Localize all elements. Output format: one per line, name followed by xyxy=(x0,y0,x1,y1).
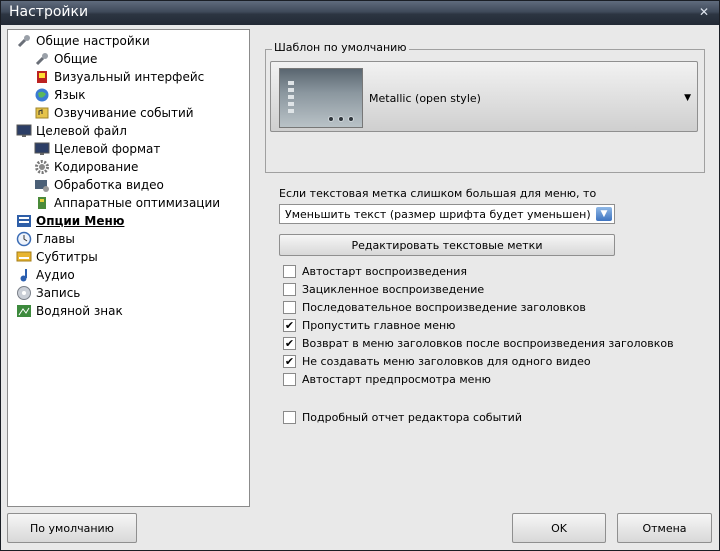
tree-item[interactable]: Целевой формат xyxy=(34,140,160,158)
event-log-label: Подробный отчет редактора событий xyxy=(302,410,522,424)
checkbox-box[interactable]: ✔ xyxy=(283,336,296,350)
checkbox-box[interactable]: ✔ xyxy=(283,318,296,332)
close-icon[interactable]: ✕ xyxy=(697,5,711,19)
sound-event-icon xyxy=(34,105,50,121)
bottom-bar: По умолчанию OK Отмена xyxy=(1,507,719,550)
tree-item-label: Обработка видео xyxy=(54,178,164,192)
label-overflow-hint: Если текстовая метка слишком большая для… xyxy=(279,187,597,200)
tree-item[interactable]: Целевой файл xyxy=(16,122,127,140)
tree-item[interactable]: Водяной знак xyxy=(16,302,123,320)
defaults-button[interactable]: По умолчанию xyxy=(7,513,137,543)
gear-icon xyxy=(34,159,50,175)
tree-item[interactable]: Запись xyxy=(16,284,80,302)
template-dropdown[interactable]: Metallic (open style) ▼ xyxy=(270,61,698,132)
option-checkbox[interactable]: ✔ Пропустить главное меню xyxy=(283,317,455,333)
settings-window: Настройки ✕ Общие настройки Общие Визуальн… xyxy=(0,0,720,551)
tree-item-label: Аппаратные оптимизации xyxy=(54,196,221,210)
option-checkbox[interactable]: Автостарт воспроизведения xyxy=(283,263,467,279)
checkbox-box[interactable] xyxy=(283,372,296,386)
menu-list-icon xyxy=(16,213,32,229)
settings-tree: Общие настройки Общие Визуальный интерфейс… xyxy=(7,29,250,507)
checkbox-label: Не создавать меню заголовков для одного … xyxy=(302,354,591,368)
label-overflow-value: Уменьшить текст (размер шрифта будет уме… xyxy=(285,208,591,221)
tree-item-label: Общие xyxy=(54,52,98,66)
tree-item-label: Общие настройки xyxy=(36,34,150,48)
tree-item-label: Язык xyxy=(54,88,86,102)
disc-icon xyxy=(16,285,32,301)
option-checkbox[interactable]: Автостарт предпросмотра меню xyxy=(283,371,491,387)
event-log-checkbox[interactable]: Подробный отчет редактора событий xyxy=(283,409,522,425)
tree-item[interactable]: Субтитры xyxy=(16,248,98,266)
tree-item[interactable]: Язык xyxy=(34,86,85,104)
checkbox-label: Автостарт воспроизведения xyxy=(302,264,467,278)
tree-item[interactable]: Опции Меню xyxy=(16,212,124,230)
paint-icon xyxy=(34,69,50,85)
music-note-icon xyxy=(16,267,32,283)
dropdown-arrow-icon[interactable]: ▼ xyxy=(596,207,612,221)
monitor-icon xyxy=(16,123,32,139)
tree-item[interactable]: Озвучивание событий xyxy=(34,104,194,122)
hardware-icon xyxy=(34,195,50,211)
tree-item-label: Кодирование xyxy=(54,160,139,174)
menu-options-panel: Шаблон по умолчанию Metallic (open style… xyxy=(255,29,715,507)
checkbox-box[interactable] xyxy=(283,264,296,278)
title-bar: Настройки ✕ xyxy=(1,1,719,25)
tree-item[interactable]: Главы xyxy=(16,230,75,248)
label-overflow-select[interactable]: Уменьшить текст (размер шрифта будет уме… xyxy=(279,204,615,224)
tree-item-label: Целевой формат xyxy=(54,142,161,156)
window-title: Настройки xyxy=(9,4,89,20)
chevron-down-icon: ▼ xyxy=(684,93,691,103)
tree-item-label: Целевой файл xyxy=(36,124,127,138)
edit-labels-button[interactable]: Редактировать текстовые метки xyxy=(279,234,615,256)
checkbox-label: Зацикленное воспроизведение xyxy=(302,282,485,296)
tree-item-label: Запись xyxy=(36,286,81,300)
tree-item[interactable]: Общие xyxy=(34,50,97,68)
tree-item-label: Субтитры xyxy=(36,250,98,264)
default-template-group: Шаблон по умолчанию Metallic (open style… xyxy=(265,41,705,173)
tree-item[interactable]: Обработка видео xyxy=(34,176,164,194)
checkbox-label: Возврат в меню заголовков после воспроиз… xyxy=(302,336,674,350)
tree-item[interactable]: Аппаратные оптимизации xyxy=(34,194,220,212)
option-checkbox[interactable]: ✔ Не создавать меню заголовков для одного… xyxy=(283,353,591,369)
tree-item-label: Визуальный интерфейс xyxy=(54,70,205,84)
option-checkbox[interactable]: Последовательное воспроизведение заголов… xyxy=(283,299,586,315)
clock-icon xyxy=(16,231,32,247)
watermark-icon xyxy=(16,303,32,319)
checkbox-label: Последовательное воспроизведение заголов… xyxy=(302,300,586,314)
checkbox-box[interactable] xyxy=(283,282,296,296)
tree-item-label: Опции Меню xyxy=(36,214,125,228)
video-processing-icon xyxy=(34,177,50,193)
ok-button[interactable]: OK xyxy=(512,513,606,543)
option-checkbox[interactable]: Зацикленное воспроизведение xyxy=(283,281,484,297)
tree-item[interactable]: Аудио xyxy=(16,266,75,284)
globe-icon xyxy=(34,87,50,103)
tree-item-label: Озвучивание событий xyxy=(54,106,194,120)
tools-icon xyxy=(16,33,32,49)
checkbox-label: Автостарт предпросмотра меню xyxy=(302,372,491,386)
option-checkbox[interactable]: ✔ Возврат в меню заголовков после воспрои… xyxy=(283,335,674,351)
default-template-label: Шаблон по умолчанию xyxy=(272,41,409,54)
tree-item[interactable]: Кодирование xyxy=(34,158,138,176)
template-name: Metallic (open style) xyxy=(369,92,481,105)
tree-item-label: Главы xyxy=(36,232,75,246)
monitor-icon xyxy=(34,141,50,157)
checkbox-box[interactable] xyxy=(283,300,296,314)
tree-item-label: Аудио xyxy=(36,268,75,282)
checkbox-box[interactable] xyxy=(283,410,296,424)
tools-icon xyxy=(34,51,50,67)
tree-item-label: Водяной знак xyxy=(36,304,123,318)
subtitles-icon xyxy=(16,249,32,265)
checkbox-box[interactable]: ✔ xyxy=(283,354,296,368)
tree-item[interactable]: Общие настройки xyxy=(16,32,150,50)
checkbox-label: Пропустить главное меню xyxy=(302,318,456,332)
tree-item[interactable]: Визуальный интерфейс xyxy=(34,68,204,86)
template-thumbnail xyxy=(279,68,363,128)
cancel-button[interactable]: Отмена xyxy=(617,513,712,543)
